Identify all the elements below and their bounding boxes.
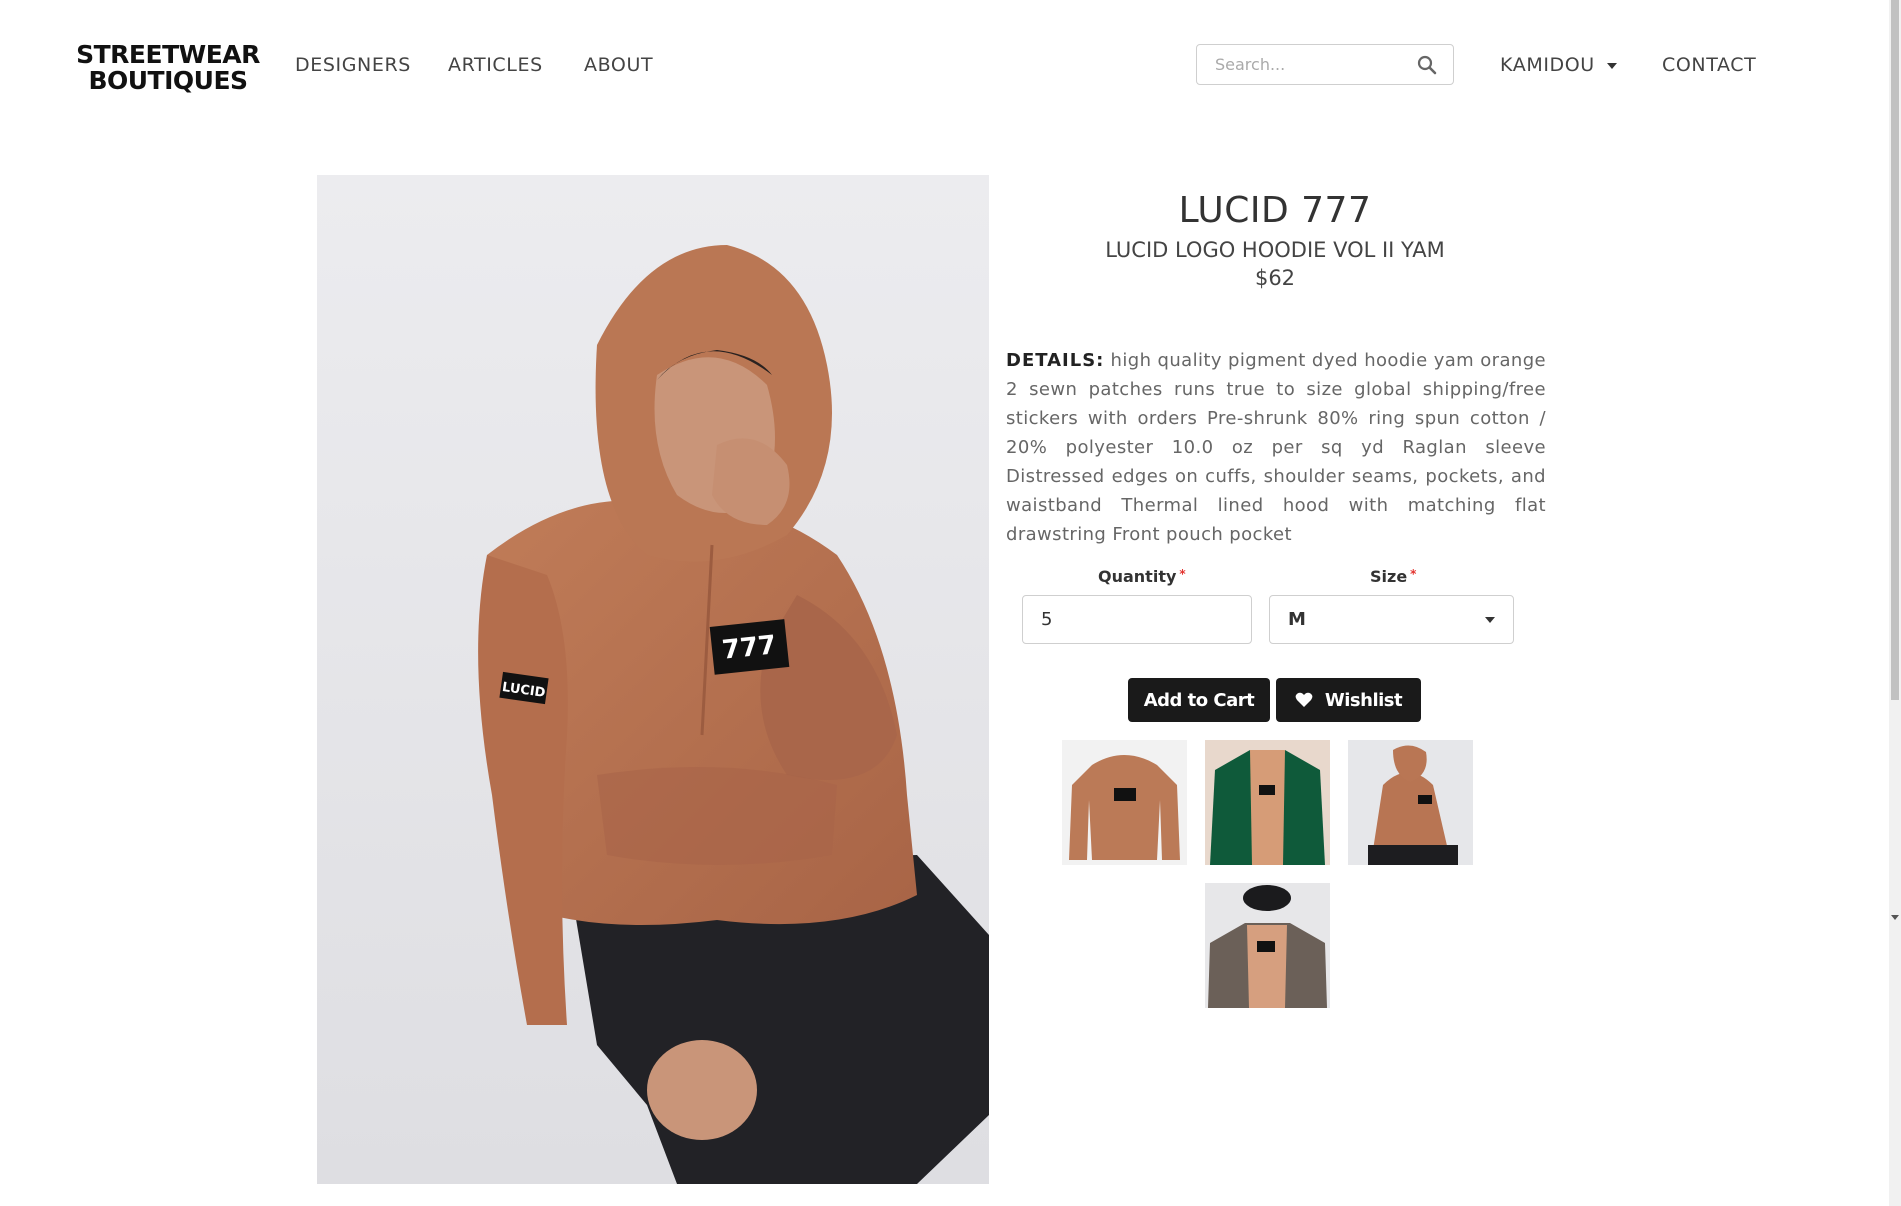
product-thumbnail[interactable] [1062,740,1187,865]
add-to-cart-label: Add to Cart [1143,689,1255,711]
nav-contact[interactable]: CONTACT [1662,54,1756,76]
user-menu-label: KAMIDOU [1500,54,1595,76]
wishlist-button[interactable]: Wishlist [1276,678,1421,722]
quantity-label: Quantity * [1098,567,1186,586]
product-thumbnail[interactable] [1348,740,1473,865]
size-label: Size * [1370,567,1416,586]
nav-designers[interactable]: DESIGNERS [295,54,411,76]
search-input[interactable] [1197,45,1397,84]
hoodie-model-photo: 777 LUCID [317,175,989,1184]
logo-line-2: BOUTIQUES [88,66,248,95]
size-label-text: Size [1370,567,1408,586]
product-brand: LUCID 777 [1178,190,1372,231]
chest-patch-text: 777 [721,630,778,666]
page-scrollbar[interactable] [1889,0,1901,1206]
scroll-down-arrow-icon[interactable] [1891,915,1899,920]
scrollbar-thumb[interactable] [1891,0,1899,700]
product-details: DETAILS: high quality pigment dyed hoodi… [1006,346,1546,549]
caret-down-icon [1485,617,1495,623]
required-mark: * [1179,567,1186,581]
caret-down-icon [1606,62,1617,69]
search-icon[interactable] [1417,55,1437,75]
user-menu[interactable]: KAMIDOU [1500,54,1617,76]
thumbnail-plaid-cap-image [1205,883,1330,1008]
product-main-image[interactable]: 777 LUCID [317,175,989,1184]
nav-articles[interactable]: ARTICLES [448,54,543,76]
details-label: DETAILS: [1006,350,1105,371]
site-logo[interactable]: STREETWEAR BOUTIQUES [62,42,274,94]
product-price: $62 [1254,266,1296,290]
details-text: high quality pigment dyed hoodie yam ora… [1006,350,1546,545]
thumbnail-hoodie-flat-image [1062,740,1187,865]
heart-icon [1295,692,1313,707]
quantity-label-text: Quantity [1098,567,1177,586]
quantity-input[interactable] [1022,595,1252,644]
thumbnail-model-seated-image [1348,740,1473,865]
product-thumbnail[interactable] [1205,883,1330,1008]
search-box [1196,44,1454,85]
wishlist-label: Wishlist [1324,689,1403,711]
size-selected-value: M [1288,609,1306,630]
thumbnail-green-jacket-image [1205,740,1330,865]
product-name: LUCID LOGO HOODIE VOL II YAM [1105,238,1445,262]
required-mark: * [1410,567,1417,581]
size-select[interactable]: M [1269,595,1514,644]
add-to-cart-button[interactable]: Add to Cart [1128,678,1270,722]
product-thumbnail[interactable] [1205,740,1330,865]
logo-line-1: STREETWEAR [76,40,260,69]
nav-about[interactable]: ABOUT [584,54,653,76]
